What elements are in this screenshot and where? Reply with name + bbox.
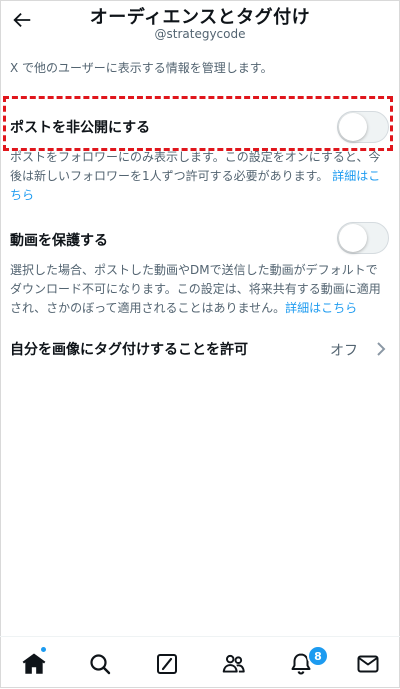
mail-icon [357,655,379,673]
nav-messages[interactable] [353,649,383,679]
home-unread-dot [41,647,46,652]
nav-home[interactable] [19,649,49,679]
help-line: され、さかのぼって適用されることはありません。詳細はこちら [10,299,390,318]
learn-more-link-cont[interactable]: ちら [10,188,34,202]
protect-posts-row[interactable]: ポストを非公開にする [0,104,400,148]
communities-icon [222,654,245,673]
intro-text: X で他のユーザーに表示する情報を管理します。 [10,61,273,75]
protect-posts-label: ポストを非公開にする [10,120,151,136]
help-line: ちら [10,186,390,205]
help-line: 選択した場合、ポストした動画やDMで送信した動画がデフォルトで [10,263,378,277]
help-line-text: され、さかのぼって適用されることはありません。 [10,301,286,315]
grok-icon [157,654,177,674]
photo-tagging-row[interactable]: 自分を画像にタグ付けすることを許可 オフ [0,330,400,366]
protect-posts-help: ポストをフォロワーにのみ表示します。この設定をオンにすると、今 後は新しいフォロ… [10,148,390,205]
page-title: オーディエンスとタグ付け [89,7,311,28]
header: オーディエンスとタグ付け @strategycode [0,0,400,50]
notification-badge: 8 [307,645,329,667]
account-username: @strategycode [154,27,246,41]
protect-videos-toggle[interactable] [337,222,389,254]
protect-videos-label: 動画を保護する [10,233,108,249]
toggle-knob [339,224,367,252]
photo-tagging-value: オフ [330,343,358,359]
protect-posts-toggle[interactable] [337,111,389,143]
protect-videos-row[interactable]: 動画を保護する [0,222,400,258]
toggle-knob [339,113,367,141]
learn-more-link[interactable]: 詳細はこ [332,169,380,183]
photo-tagging-label: 自分を画像にタグ付けすることを許可 [10,342,248,358]
nav-search[interactable] [85,649,115,679]
search-icon [90,654,111,675]
chevron-right-icon [377,342,386,356]
help-line: ダウンロード不可になります。この設定は、将来共有する動画に適用 [10,282,381,296]
home-icon [22,653,46,674]
help-line-text: 後は新しいフォロワーを1人ずつ許可する必要があります。 [10,169,329,183]
help-line: 後は新しいフォロワーを1人ずつ許可する必要があります。 詳細はこ [10,167,390,186]
nav-grok[interactable] [152,649,182,679]
protect-videos-help: 選択した場合、ポストした動画やDMで送信した動画がデフォルトで ダウンロード不可… [10,261,390,318]
learn-more-link[interactable]: 詳細はこちら [285,301,357,315]
bottom-nav: 8 [0,636,400,689]
help-line: ポストをフォロワーにのみ表示します。この設定をオンにすると、今 [10,150,381,164]
nav-communities[interactable] [219,649,249,679]
